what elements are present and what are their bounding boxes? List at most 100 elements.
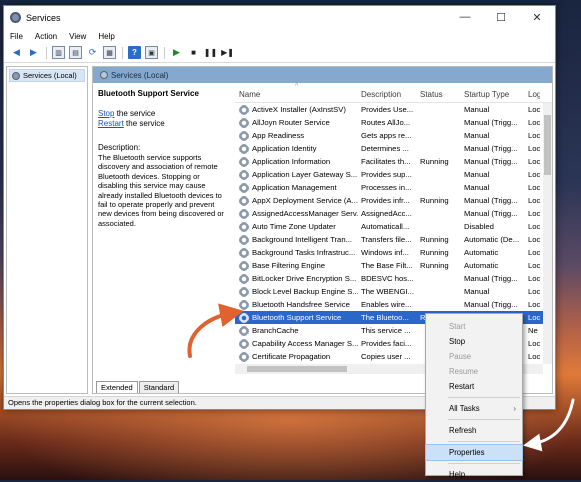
cell-text: ActiveX Installer (AxInstSV) xyxy=(252,105,346,114)
menu-item-stop[interactable]: Stop xyxy=(426,334,522,349)
service-name: Background Tasks Infrastruc... xyxy=(235,247,358,258)
cell-text: Loc xyxy=(528,235,540,244)
service-startup-type: Automatic xyxy=(461,248,525,257)
service-log-on-as: Ne xyxy=(525,326,540,335)
pause-icon[interactable]: ❚❚ xyxy=(204,46,217,59)
service-gear-icon xyxy=(239,156,249,167)
cell-text: The Bluetoo... xyxy=(361,313,409,322)
menu-help[interactable]: Help xyxy=(98,32,114,41)
service-name: Bluetooth Support Service xyxy=(235,312,358,323)
service-gear-icon xyxy=(239,169,249,180)
tab-extended[interactable]: Extended xyxy=(96,381,138,393)
menu-action[interactable]: Action xyxy=(35,32,57,41)
service-name: AppX Deployment Service (A... xyxy=(235,195,358,206)
service-description-cell: Copies user ... xyxy=(358,352,417,361)
service-description-cell: The WBENGI... xyxy=(358,287,417,296)
cell-text: Loc xyxy=(528,261,540,270)
back-icon[interactable]: ◀ xyxy=(10,46,23,59)
vertical-scroll-thumb[interactable] xyxy=(544,115,551,175)
menu-item-all-tasks[interactable]: All Tasks › xyxy=(426,401,522,416)
table-row[interactable]: Application Identity Determines ... Manual… xyxy=(235,142,552,155)
table-row[interactable]: Bluetooth Handsfree Service Enables wire.… xyxy=(235,298,552,311)
pane-header-label: Services (Local) xyxy=(111,70,169,80)
table-row[interactable]: Base Filtering Engine The Base Filt... Run… xyxy=(235,259,552,272)
restart-icon[interactable]: ▶❚ xyxy=(221,46,234,59)
cell-text: Base Filtering Engine xyxy=(252,261,326,270)
toolbar: ◀ ▶ ▥ ▤ ⟳ ▦ ? ▣ ▶ ■ ❚❚ ▶❚ xyxy=(4,43,555,63)
cell-text: Background Intelligent Tran... xyxy=(252,235,352,244)
detail-service-title: Bluetooth Support Service xyxy=(98,89,199,98)
table-row[interactable]: Application Management Processes in... Man… xyxy=(235,181,552,194)
cell-text: Transfers file... xyxy=(361,235,412,244)
close-icon[interactable]: ✕ xyxy=(519,11,555,24)
table-row[interactable]: ActiveX Installer (AxInstSV) Provides Use… xyxy=(235,103,552,116)
table-row[interactable]: Background Intelligent Tran... Transfers … xyxy=(235,233,552,246)
menu-view[interactable]: View xyxy=(69,32,86,41)
submenu-arrow-icon: › xyxy=(513,404,516,413)
horizontal-scroll-thumb[interactable] xyxy=(247,366,347,372)
service-log-on-as: Loc xyxy=(525,144,540,153)
forward-icon[interactable]: ▶ xyxy=(27,46,40,59)
service-startup-type: Manual (Trigg... xyxy=(461,209,525,218)
service-log-on-as: Loc xyxy=(525,261,540,270)
column-startup-type[interactable]: Startup Type xyxy=(461,90,525,99)
cell-text: Auto Time Zone Updater xyxy=(252,222,336,231)
service-gear-icon xyxy=(239,234,249,245)
restart-link-suffix: the service xyxy=(123,119,165,128)
cell-text: Running xyxy=(420,261,449,270)
service-name: Application Identity xyxy=(235,143,358,154)
column-description[interactable]: Description xyxy=(358,90,417,99)
service-description-cell: Facilitates th... xyxy=(358,157,417,166)
table-row[interactable]: AllJoyn Router Service Routes AllJo... Man… xyxy=(235,116,552,129)
vertical-scrollbar[interactable] xyxy=(543,103,552,364)
services-app-icon xyxy=(10,12,21,23)
table-row[interactable]: Application Layer Gateway S... Provides s… xyxy=(235,168,552,181)
cell-text: Copies user ... xyxy=(361,352,411,361)
cell-text: Running xyxy=(420,235,449,244)
cell-text: Application Information xyxy=(252,157,331,166)
service-log-on-as: Loc xyxy=(525,300,540,309)
column-status[interactable]: Status xyxy=(417,90,461,99)
column-name[interactable]: Name xyxy=(235,90,358,99)
menu-file[interactable]: File xyxy=(10,32,23,41)
cell-text: Application Management xyxy=(252,183,337,192)
column-log-on-as[interactable]: Log xyxy=(525,90,540,99)
cell-text: Manual (Trigg... xyxy=(464,300,518,309)
cell-text: The Base Filt... xyxy=(361,261,413,270)
menu-item-properties[interactable]: Properties xyxy=(425,444,523,461)
table-row[interactable]: AppX Deployment Service (A... Provides in… xyxy=(235,194,552,207)
stop-link[interactable]: Stop xyxy=(98,109,114,118)
window-title: Services xyxy=(26,12,61,23)
cell-text: Provides sup... xyxy=(361,170,412,179)
table-row[interactable]: BitLocker Drive Encryption S... BDESVC ho… xyxy=(235,272,552,285)
minimize-icon[interactable]: — xyxy=(447,11,483,24)
view-icon[interactable]: ▣ xyxy=(145,46,158,59)
service-gear-icon xyxy=(239,195,249,206)
menu-separator xyxy=(448,419,520,420)
stop-icon[interactable]: ■ xyxy=(187,46,200,59)
cell-text: Loc xyxy=(528,339,540,348)
export-icon[interactable]: ▦ xyxy=(103,46,116,59)
refresh-icon[interactable]: ⟳ xyxy=(86,46,99,59)
service-name: Base Filtering Engine xyxy=(235,260,358,271)
service-startup-type: Manual xyxy=(461,183,525,192)
tab-standard[interactable]: Standard xyxy=(138,381,180,393)
help-icon[interactable]: ? xyxy=(128,46,141,59)
menu-item-refresh[interactable]: Refresh xyxy=(426,423,522,438)
table-row[interactable]: Application Information Facilitates th...… xyxy=(235,155,552,168)
maximize-icon[interactable]: ☐ xyxy=(483,11,519,24)
service-name: Auto Time Zone Updater xyxy=(235,221,358,232)
cell-text: Automaticall... xyxy=(361,222,410,231)
table-row[interactable]: Block Level Backup Engine S... The WBENGI… xyxy=(235,285,552,298)
console-tree-icon[interactable]: ▥ xyxy=(52,46,65,59)
properties-icon[interactable]: ▤ xyxy=(69,46,82,59)
table-row[interactable]: Background Tasks Infrastruc... Windows in… xyxy=(235,246,552,259)
restart-link[interactable]: Restart xyxy=(98,119,124,128)
tree-item-services-local[interactable]: Services (Local) xyxy=(9,69,85,82)
table-row[interactable]: Auto Time Zone Updater Automaticall... Dis… xyxy=(235,220,552,233)
title-bar: Services — ☐ ✕ xyxy=(4,6,555,29)
start-icon[interactable]: ▶ xyxy=(170,46,183,59)
table-row[interactable]: AssignedAccessManager Serv... AssignedAcc… xyxy=(235,207,552,220)
menu-item-restart[interactable]: Restart xyxy=(426,379,522,394)
table-row[interactable]: App Readiness Gets apps re... Manual Loc xyxy=(235,129,552,142)
